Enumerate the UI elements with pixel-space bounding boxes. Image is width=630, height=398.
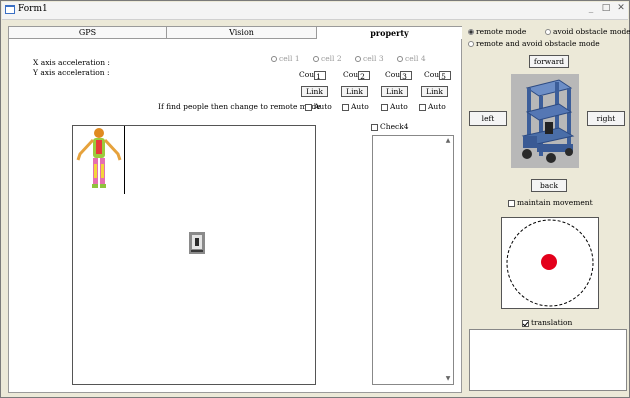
y-accel-label: Y axis acceleration :: [33, 68, 110, 77]
checkbox-box: [342, 103, 349, 111]
auto-checkbox-1[interactable]: Auto: [305, 102, 332, 111]
cell-4-label: cell 4: [405, 54, 426, 63]
human-figure-image: [73, 126, 125, 194]
count-2-input[interactable]: 2: [358, 70, 371, 81]
radio-mark: [468, 29, 474, 35]
tab-property[interactable]: property: [317, 27, 462, 39]
count-4: Cou 5: [424, 70, 452, 81]
cell-1-label: cell 1: [279, 54, 300, 63]
scroll-down-icon[interactable]: ▼: [444, 375, 452, 383]
count-4-input[interactable]: 5: [439, 70, 452, 81]
cell-3-radio[interactable]: cell 3: [355, 54, 384, 63]
cell-3-label: cell 3: [363, 54, 384, 63]
checkbox-box: [419, 103, 426, 111]
remote-mode-label: remote mode: [476, 27, 527, 36]
forward-button[interactable]: forward: [529, 55, 569, 68]
robot-image: [511, 74, 579, 168]
maintain-movement-checkbox[interactable]: maintain movement: [508, 198, 593, 207]
maintain-movement-label: maintain movement: [517, 198, 593, 207]
count-3-input[interactable]: 3: [400, 70, 413, 81]
radio-mark: [545, 29, 551, 35]
robot-marker-icon: [189, 232, 205, 254]
auto-checkbox-4[interactable]: Auto: [419, 102, 446, 111]
radio-mark: [355, 56, 361, 62]
title-bar: [2, 2, 628, 20]
scroll-up-icon[interactable]: ▲: [444, 137, 452, 145]
cell-1-radio[interactable]: cell 1: [271, 54, 300, 63]
left-button[interactable]: left: [469, 111, 507, 126]
output-box[interactable]: [469, 329, 627, 391]
auto-2-label: Auto: [351, 102, 369, 111]
auto-checkbox-2[interactable]: Auto: [342, 102, 369, 111]
link-button-2[interactable]: Link: [341, 86, 368, 97]
tab-control: GPS Vision property X axis acceleration …: [8, 26, 462, 393]
checkbox-box: [508, 199, 515, 207]
auto-3-label: Auto: [390, 102, 408, 111]
avoid-obstacle-radio[interactable]: avoid obstacle mode: [545, 27, 630, 36]
auto-1-label: Auto: [314, 102, 332, 111]
check4-label: Check4: [380, 122, 409, 131]
cell-2-radio[interactable]: cell 2: [313, 54, 342, 63]
count-2-label: Cou: [343, 70, 359, 79]
cell-2-label: cell 2: [321, 54, 342, 63]
count-4-label: Cou: [424, 70, 440, 79]
checkbox-box: [305, 103, 312, 111]
tab-gps[interactable]: GPS: [9, 27, 167, 39]
translation-label: translation: [531, 318, 573, 327]
count-2: Cou 2: [343, 70, 371, 81]
maximize-button[interactable]: □: [599, 3, 613, 14]
remote-mode-radio[interactable]: remote mode: [468, 27, 526, 36]
count-1-label: Cou: [299, 70, 315, 79]
checkbox-box: [522, 319, 529, 327]
x-accel-label: X axis acceleration :: [33, 58, 110, 67]
joystick-knob[interactable]: [541, 254, 557, 270]
joystick-pad[interactable]: [501, 217, 599, 309]
close-button[interactable]: ✕: [614, 3, 628, 14]
check4-checkbox[interactable]: Check4: [371, 122, 409, 131]
right-button[interactable]: right: [587, 111, 625, 126]
auto-4-label: Auto: [428, 102, 446, 111]
radio-mark: [271, 56, 277, 62]
remote-avoid-radio[interactable]: remote and avoid obstacle mode: [468, 39, 600, 48]
remote-avoid-label: remote and avoid obstacle mode: [476, 39, 600, 48]
translation-checkbox[interactable]: translation: [522, 318, 572, 327]
radio-mark: [313, 56, 319, 62]
link-button-4[interactable]: Link: [421, 86, 448, 97]
link-button-3[interactable]: Link: [381, 86, 408, 97]
avoid-obstacle-label: avoid obstacle mode: [553, 27, 630, 36]
count-1-input[interactable]: 1: [314, 70, 327, 81]
cell-4-radio[interactable]: cell 4: [397, 54, 426, 63]
count-1: Cou 1: [299, 70, 327, 81]
remote-prompt: If find people then change to remote mod…: [158, 102, 321, 111]
tab-vision[interactable]: Vision: [167, 27, 317, 39]
radio-mark: [468, 41, 474, 47]
radio-mark: [397, 56, 403, 62]
app-icon: [5, 5, 15, 14]
back-button[interactable]: back: [531, 179, 567, 192]
minimize-button[interactable]: _: [584, 3, 598, 14]
checkbox-box: [381, 103, 388, 111]
window-title: Form1: [18, 4, 48, 14]
log-listbox[interactable]: ▲ ▼: [372, 135, 454, 385]
checkbox-box: [371, 123, 378, 131]
count-3-label: Cou: [385, 70, 401, 79]
link-button-1[interactable]: Link: [301, 86, 328, 97]
auto-checkbox-3[interactable]: Auto: [381, 102, 408, 111]
map-canvas[interactable]: [72, 125, 316, 385]
count-3: Cou 3: [385, 70, 413, 81]
